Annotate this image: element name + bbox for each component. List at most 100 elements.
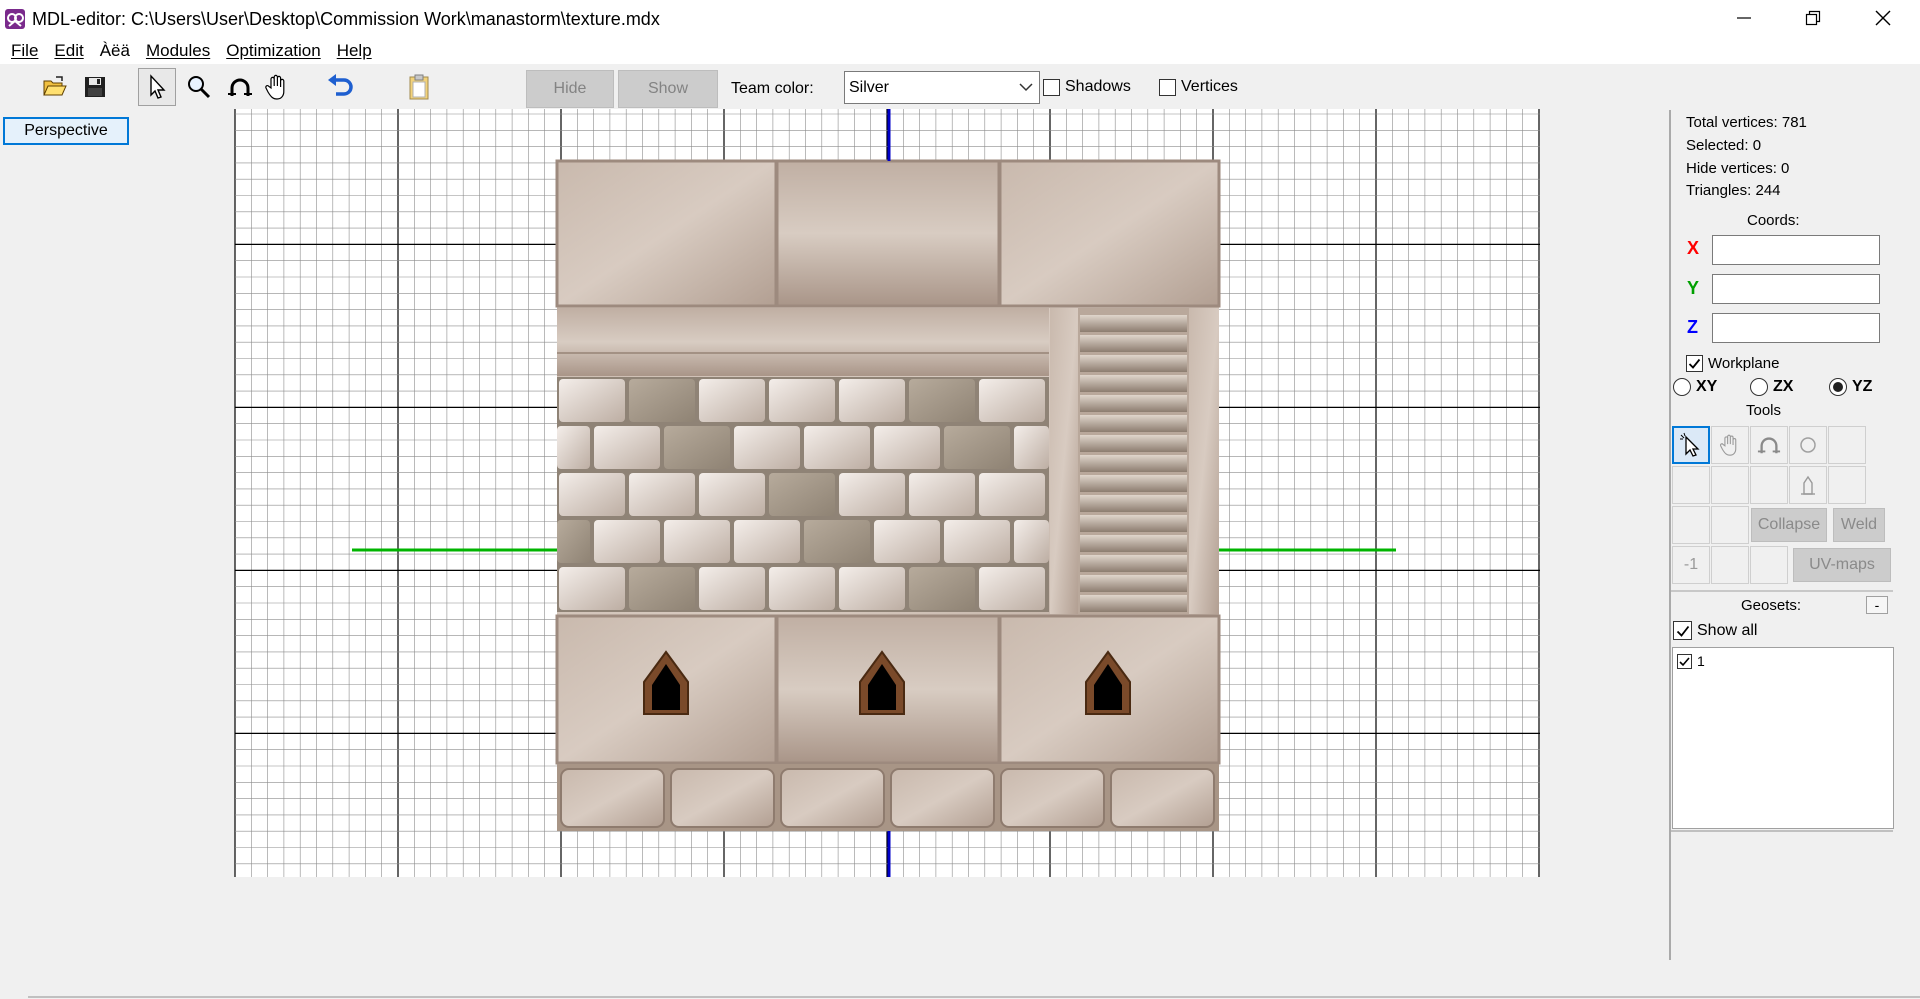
hand-icon	[1719, 434, 1737, 456]
select-tool-button[interactable]	[138, 68, 176, 106]
brick	[944, 520, 1010, 563]
panel-bottom-divider	[1671, 830, 1893, 832]
tool-rotate[interactable]	[1750, 426, 1788, 464]
status-area	[0, 877, 1667, 997]
save-button[interactable]	[76, 68, 114, 106]
stone-block	[1110, 768, 1215, 828]
plane-yz-radio[interactable]: YZ	[1829, 378, 1872, 396]
plane-xy-radio-circle[interactable]	[1673, 378, 1691, 396]
brick	[979, 379, 1045, 422]
tool-empty-7[interactable]	[1711, 506, 1749, 544]
texture-stairs	[1080, 315, 1187, 612]
tools-label: Tools	[1746, 402, 1782, 419]
brick	[594, 520, 660, 563]
geoset-checkbox[interactable]	[1677, 653, 1692, 669]
brick	[804, 520, 870, 563]
minimize-button[interactable]	[1710, 0, 1778, 36]
brick	[769, 567, 835, 610]
stair-step	[1080, 395, 1187, 412]
close-button[interactable]	[1849, 0, 1917, 36]
menu-help[interactable]: Help	[330, 41, 381, 61]
restore-button[interactable]	[1779, 0, 1847, 36]
z-coord-input[interactable]	[1712, 313, 1880, 343]
uv-maps-button[interactable]: UV-maps	[1793, 548, 1891, 582]
plane-yz-radio-circle[interactable]	[1829, 378, 1847, 396]
menu-aea[interactable]: Àëä	[93, 41, 139, 61]
geoset-item[interactable]: 1	[1677, 653, 1705, 669]
brick	[769, 379, 835, 422]
x-label: X	[1687, 238, 1700, 258]
rotate-tool-button[interactable]	[221, 68, 259, 106]
collapse-button[interactable]: Collapse	[1751, 508, 1827, 542]
brick	[629, 473, 695, 516]
close-icon	[1875, 10, 1891, 26]
workplane-checkbox-box[interactable]	[1686, 355, 1703, 372]
zoom-tool-button[interactable]	[180, 68, 218, 106]
brick	[594, 426, 660, 469]
brick	[559, 473, 625, 516]
brick	[1014, 520, 1049, 563]
show-all-checkbox-box[interactable]	[1673, 621, 1692, 640]
open-button[interactable]	[36, 68, 74, 106]
tool-empty-6[interactable]	[1672, 506, 1710, 544]
tool-circle[interactable]	[1789, 426, 1827, 464]
tool-empty-1[interactable]	[1828, 426, 1866, 464]
menu-modules[interactable]: Modules	[139, 41, 219, 61]
plane-zx-radio-circle[interactable]	[1750, 378, 1768, 396]
brick	[909, 567, 975, 610]
plane-zx-radio[interactable]: ZX	[1750, 378, 1793, 396]
tool-empty-5[interactable]	[1828, 466, 1866, 504]
stone-block	[1000, 768, 1105, 828]
team-color-label: Team color:	[731, 80, 814, 97]
shadows-label: Shadows	[1065, 78, 1131, 95]
pan-tool-button[interactable]	[258, 68, 296, 106]
team-color-value: Silver	[849, 78, 890, 96]
paste-button[interactable]	[400, 68, 438, 106]
vertices-checkbox[interactable]: Vertices	[1159, 78, 1238, 96]
geosets-collapse-button[interactable]: -	[1866, 596, 1888, 614]
clipboard-icon	[409, 74, 429, 100]
tool-empty-3[interactable]	[1711, 466, 1749, 504]
y-coord-input[interactable]	[1712, 274, 1880, 304]
tool-empty-4[interactable]	[1750, 466, 1788, 504]
menu-edit[interactable]: Edit	[47, 41, 92, 61]
plane-xy-radio[interactable]: XY	[1673, 378, 1717, 396]
menu-optimization[interactable]: Optimization	[219, 41, 329, 61]
shadows-checkbox-box[interactable]	[1043, 78, 1060, 96]
viewport-canvas[interactable]	[0, 109, 1667, 877]
tool-empty-2[interactable]	[1672, 466, 1710, 504]
x-coord-input[interactable]	[1712, 235, 1880, 265]
stair-step	[1080, 495, 1187, 512]
chevron-down-icon	[1019, 83, 1033, 92]
restore-icon	[1805, 10, 1821, 26]
window-title: MDL-editor: C:\Users\User\Desktop\Commis…	[32, 8, 660, 29]
redo-button[interactable]	[360, 68, 398, 106]
tool-pan[interactable]	[1711, 426, 1749, 464]
geosets-list[interactable]: 1	[1672, 647, 1894, 829]
show-button[interactable]: Show	[618, 70, 718, 108]
brick	[699, 473, 765, 516]
show-all-checkbox[interactable]: Show all	[1673, 621, 1757, 640]
perspective-button[interactable]: Perspective	[3, 117, 129, 145]
texture-brick-wall	[557, 377, 1049, 612]
stone-block	[560, 768, 665, 828]
team-color-select[interactable]: Silver	[844, 71, 1040, 104]
tool-empty-8[interactable]	[1711, 546, 1749, 584]
tool-select-vertices[interactable]	[1672, 426, 1710, 464]
tool-empty-9[interactable]	[1750, 546, 1788, 584]
workplane-checkbox[interactable]: Workplane	[1686, 355, 1779, 372]
weld-button[interactable]: Weld	[1833, 508, 1885, 542]
undo-button[interactable]	[322, 68, 360, 106]
brick	[559, 379, 625, 422]
tool-extrude[interactable]	[1789, 466, 1827, 504]
toolbar: Hide Show Team color: Silver Shadows Ver…	[0, 64, 1920, 109]
menu-file[interactable]: File	[4, 41, 47, 61]
brick	[629, 567, 695, 610]
vertices-checkbox-box[interactable]	[1159, 78, 1176, 96]
viewport[interactable]: Perspective	[0, 109, 1667, 877]
workplane-label: Workplane	[1708, 355, 1780, 372]
minus-one-button[interactable]: -1	[1672, 546, 1710, 584]
coords-label: Coords:	[1747, 212, 1800, 229]
hide-button[interactable]: Hide	[526, 70, 614, 108]
shadows-checkbox[interactable]: Shadows	[1043, 78, 1131, 96]
